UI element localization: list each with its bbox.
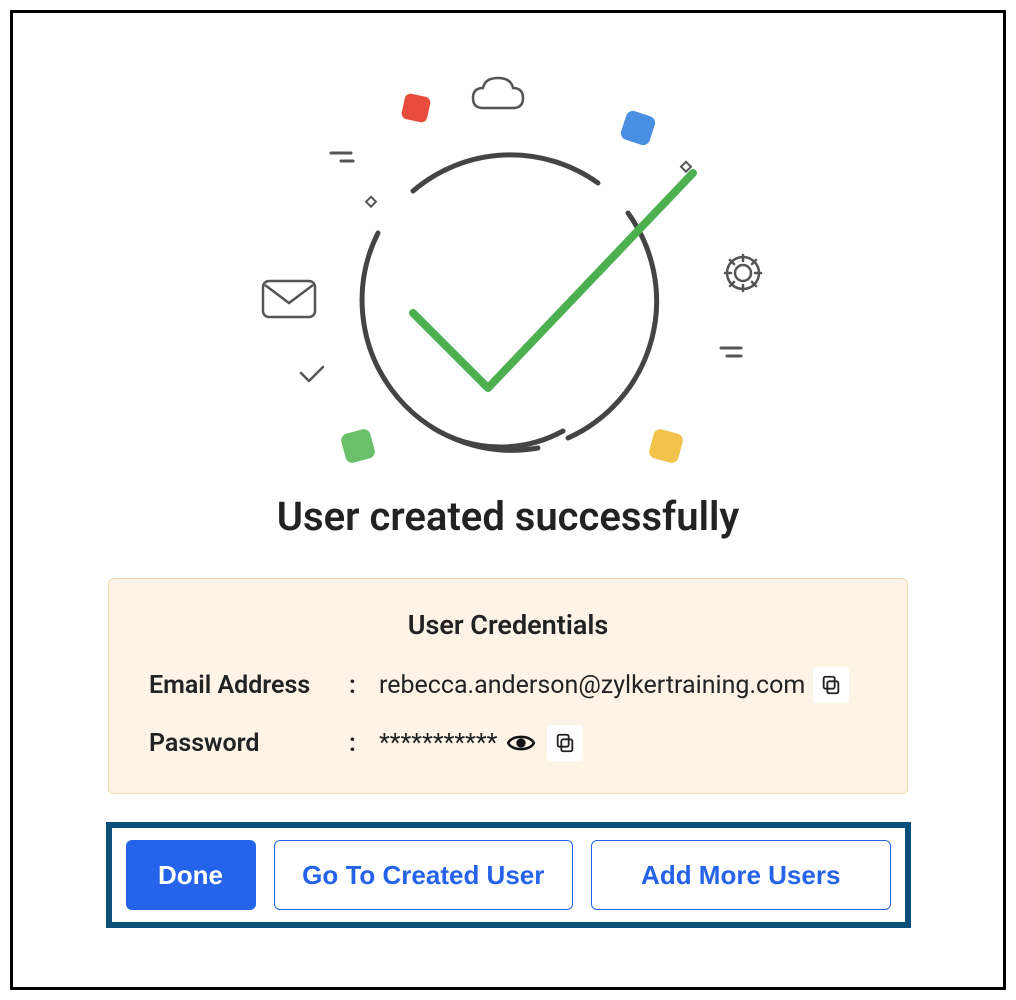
cloud-icon (473, 78, 523, 108)
colon: : (349, 671, 379, 700)
gear-icon (725, 255, 761, 291)
email-label: Email Address (149, 671, 349, 700)
dash-icon (331, 153, 353, 161)
envelope-icon (263, 281, 315, 317)
yellow-square-icon (648, 428, 685, 465)
button-row: Done Go To Created User Add More Users (106, 822, 911, 928)
page-title: User created successfully (277, 493, 739, 540)
green-square-icon (340, 428, 377, 465)
credentials-heading: User Credentials (149, 609, 867, 641)
circle-icon (362, 155, 657, 450)
eye-icon (507, 729, 535, 757)
add-more-users-button[interactable]: Add More Users (591, 840, 891, 910)
copy-email-button[interactable] (813, 667, 849, 703)
small-check-icon (301, 367, 323, 381)
success-panel: User created successfully User Credentia… (10, 10, 1006, 990)
dash-icon (721, 348, 741, 356)
copy-icon (554, 732, 576, 754)
email-value: rebecca.anderson@zylkertraining.com (379, 671, 805, 700)
password-label: Password (149, 729, 349, 758)
copy-icon (820, 674, 842, 696)
copy-password-button[interactable] (547, 725, 583, 761)
done-button[interactable]: Done (126, 840, 256, 910)
checkmark-icon (413, 173, 693, 388)
password-row: Password : *********** (149, 725, 867, 761)
diamond-icon (366, 197, 376, 207)
diamond-icon (681, 162, 691, 172)
email-row: Email Address : rebecca.anderson@zylkert… (149, 667, 867, 703)
goto-user-button[interactable]: Go To Created User (274, 840, 574, 910)
show-password-button[interactable] (503, 725, 539, 761)
colon: : (349, 729, 379, 758)
success-illustration (223, 53, 793, 473)
password-value: *********** (379, 729, 497, 758)
blue-square-icon (619, 109, 657, 147)
red-square-icon (401, 93, 432, 124)
credentials-box: User Credentials Email Address : rebecca… (108, 578, 908, 794)
